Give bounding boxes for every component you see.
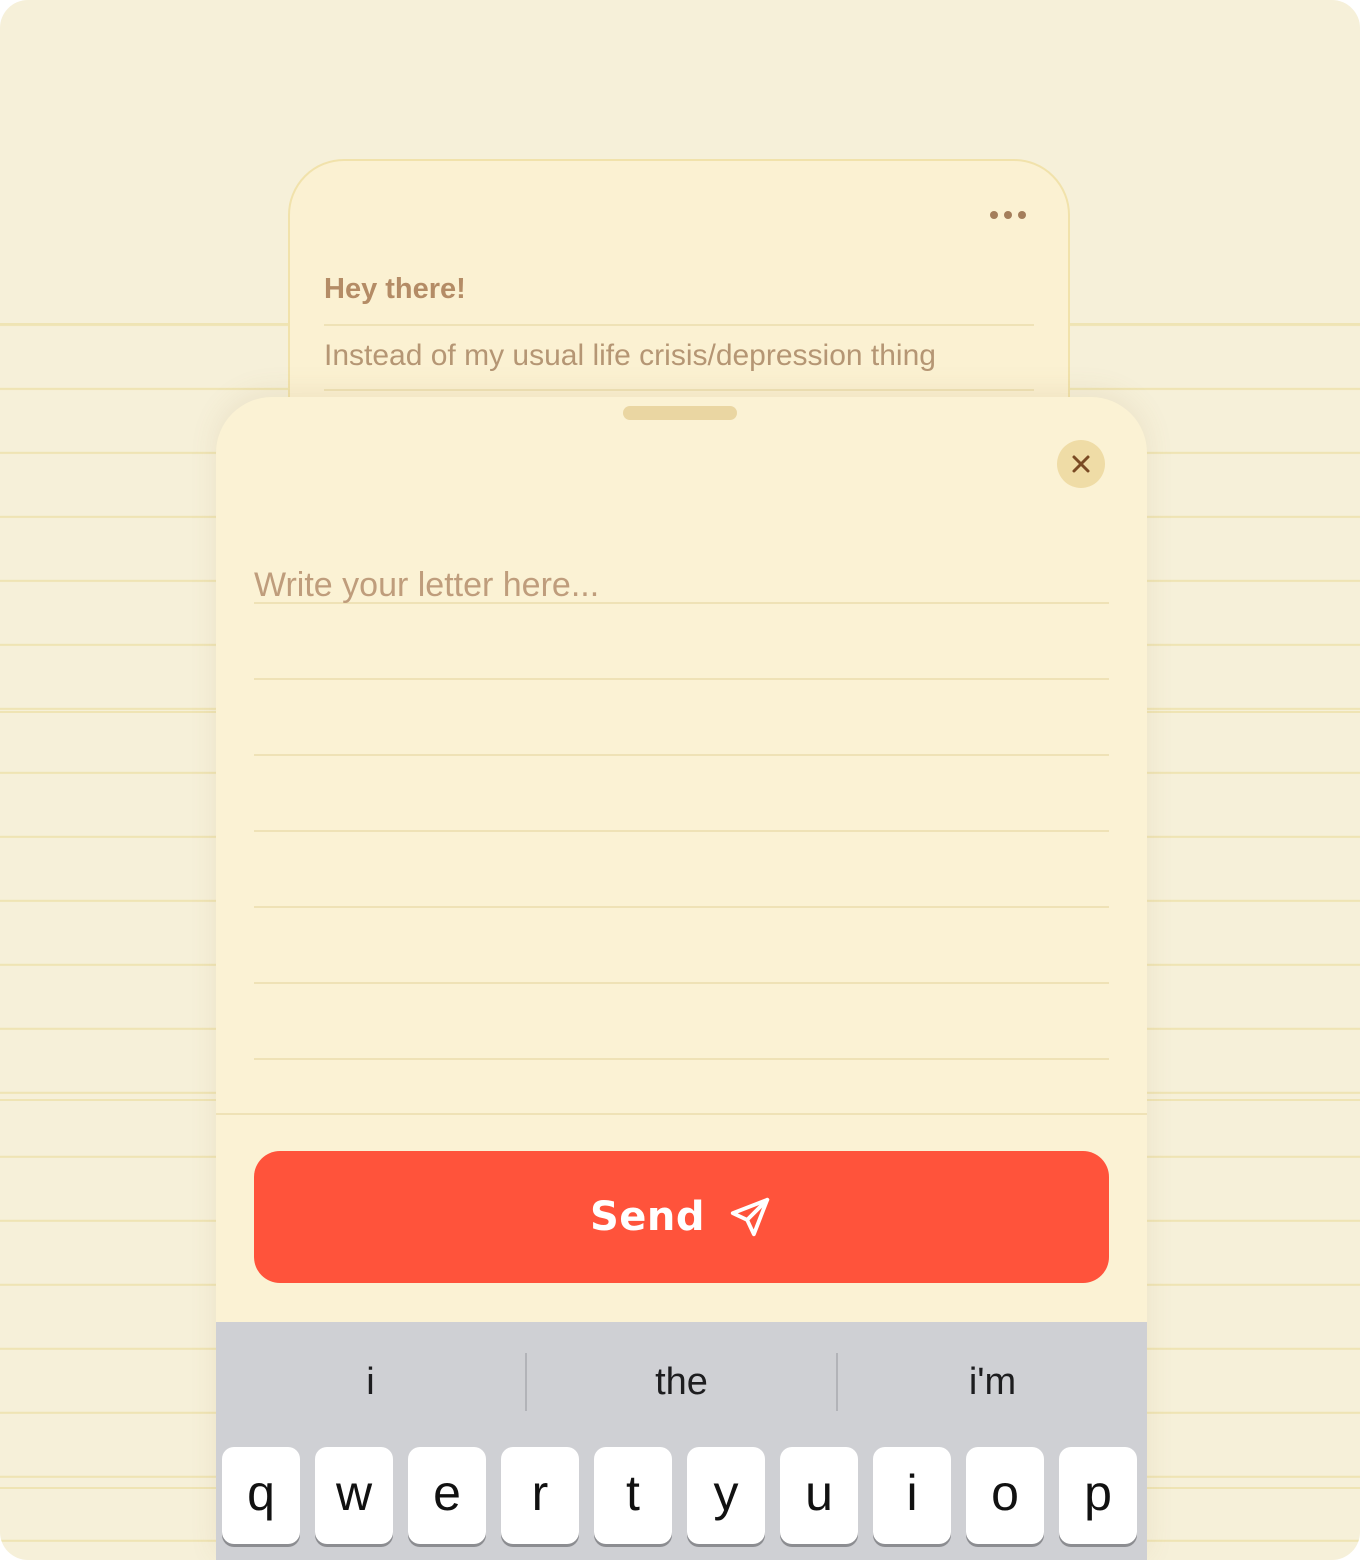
paper-plane-icon <box>730 1197 770 1237</box>
letter-input[interactable] <box>254 527 1109 1062</box>
letter-writing-area <box>254 527 1109 1062</box>
letter-rule <box>324 389 1034 391</box>
keyboard-suggestions: i the i'm <box>216 1322 1147 1442</box>
send-button[interactable]: Send <box>254 1151 1109 1283</box>
app-screen: Hey there! Instead of my usual life cris… <box>0 0 1360 1560</box>
key-r[interactable]: r <box>501 1447 579 1544</box>
letter-preview-text: Instead of my usual life crisis/depressi… <box>324 339 936 372</box>
compose-sheet: Send i the i'm q w e r t y u i <box>216 397 1147 1560</box>
key-p[interactable]: p <box>1059 1447 1137 1544</box>
sheet-grabber[interactable] <box>623 406 737 420</box>
key-t[interactable]: t <box>594 1447 672 1544</box>
key-w[interactable]: w <box>315 1447 393 1544</box>
compose-divider <box>216 1113 1147 1115</box>
letter-greeting: Hey there! <box>324 273 466 305</box>
key-u[interactable]: u <box>780 1447 858 1544</box>
key-y[interactable]: y <box>687 1447 765 1544</box>
key-e[interactable]: e <box>408 1447 486 1544</box>
close-icon <box>1072 455 1090 473</box>
more-horizontal-icon[interactable] <box>990 211 1026 219</box>
send-button-label: Send <box>589 1194 706 1240</box>
close-button[interactable] <box>1057 440 1105 488</box>
suggestion-1[interactable]: i <box>216 1361 525 1404</box>
keyboard-top-row: q w e r t y u i o p <box>222 1447 1137 1544</box>
letter-rule <box>324 324 1034 326</box>
key-q[interactable]: q <box>222 1447 300 1544</box>
on-screen-keyboard: i the i'm q w e r t y u i o p <box>216 1322 1147 1560</box>
suggestion-3[interactable]: i'm <box>838 1361 1147 1404</box>
key-o[interactable]: o <box>966 1447 1044 1544</box>
suggestion-2[interactable]: the <box>527 1361 836 1404</box>
key-i[interactable]: i <box>873 1447 951 1544</box>
